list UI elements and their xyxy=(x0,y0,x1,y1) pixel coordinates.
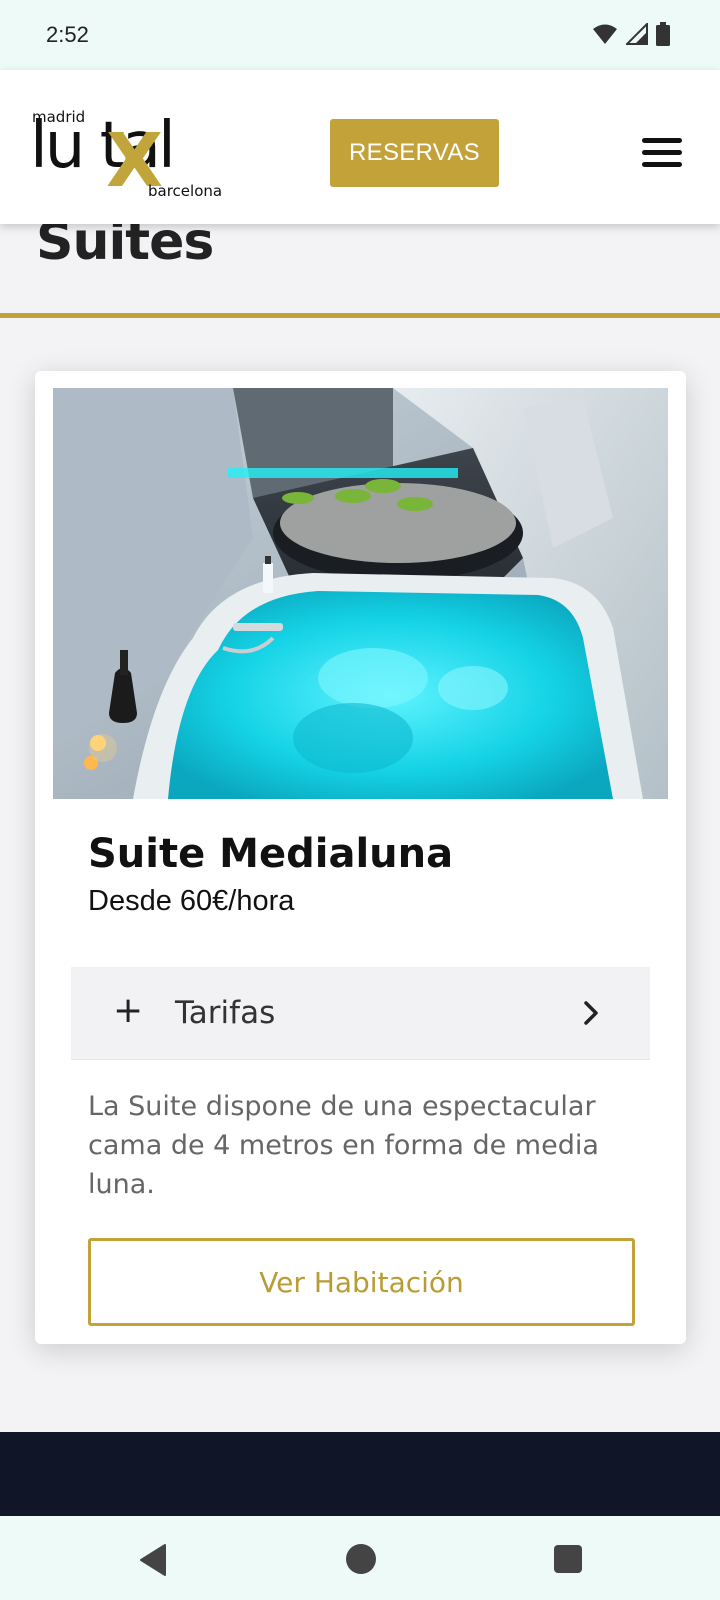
footer-band xyxy=(0,1432,720,1516)
status-icons xyxy=(592,22,670,46)
view-room-button[interactable]: Ver Habitación xyxy=(88,1238,635,1326)
room-card: Suite Medialuna Desde 60€/hora + Tarifas… xyxy=(35,371,686,1344)
signal-icon xyxy=(626,23,648,45)
battery-icon xyxy=(656,22,670,46)
home-icon[interactable] xyxy=(346,1544,376,1574)
luxtal-logo[interactable]: madrid lu tal X barcelona xyxy=(30,106,226,202)
plus-icon: + xyxy=(113,990,144,1031)
title-divider xyxy=(0,313,720,318)
room-photo[interactable] xyxy=(53,388,668,799)
room-description: La Suite dispone de una espectacular cam… xyxy=(88,1091,599,1200)
hamburger-menu-icon[interactable] xyxy=(640,134,684,170)
rates-accordion[interactable]: + Tarifas xyxy=(71,967,650,1060)
recents-icon[interactable] xyxy=(554,1545,582,1573)
back-icon[interactable] xyxy=(138,1543,168,1577)
reservations-button[interactable]: RESERVAS xyxy=(330,119,499,187)
wifi-icon xyxy=(593,24,617,44)
status-bar: 2:52 xyxy=(0,0,720,70)
logo-barcelona-text: barcelona xyxy=(148,182,223,200)
room-name: Suite Medialuna xyxy=(88,831,454,877)
status-time: 2:52 xyxy=(46,22,89,47)
room-price: Desde 60€/hora xyxy=(88,885,295,917)
rates-label: Tarifas xyxy=(175,995,276,1031)
room-photo-illustration xyxy=(53,388,668,799)
chevron-right-icon xyxy=(584,1001,598,1025)
site-header: madrid lu tal X barcelona RESERVAS xyxy=(0,70,720,224)
